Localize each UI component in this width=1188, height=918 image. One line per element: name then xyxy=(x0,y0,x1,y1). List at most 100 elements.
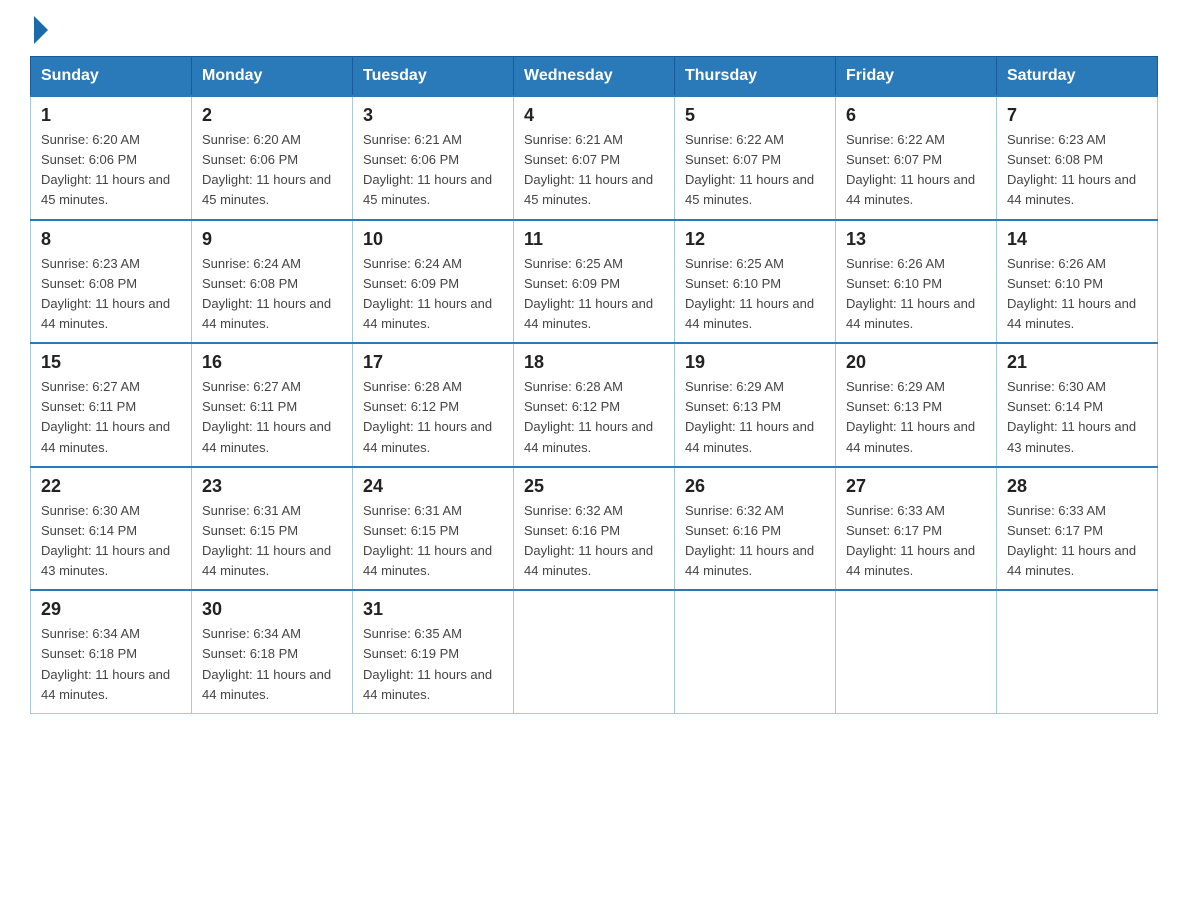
calendar-cell: 4 Sunrise: 6:21 AM Sunset: 6:07 PM Dayli… xyxy=(514,96,675,220)
calendar-cell xyxy=(675,590,836,713)
calendar-cell: 1 Sunrise: 6:20 AM Sunset: 6:06 PM Dayli… xyxy=(31,96,192,220)
day-number: 26 xyxy=(685,476,825,497)
week-row-3: 15 Sunrise: 6:27 AM Sunset: 6:11 PM Dayl… xyxy=(31,343,1158,467)
day-number: 16 xyxy=(202,352,342,373)
calendar-cell: 10 Sunrise: 6:24 AM Sunset: 6:09 PM Dayl… xyxy=(353,220,514,344)
day-number: 8 xyxy=(41,229,181,250)
day-number: 15 xyxy=(41,352,181,373)
calendar-cell: 23 Sunrise: 6:31 AM Sunset: 6:15 PM Dayl… xyxy=(192,467,353,591)
sun-info: Sunrise: 6:24 AM Sunset: 6:08 PM Dayligh… xyxy=(202,254,342,335)
sun-info: Sunrise: 6:24 AM Sunset: 6:09 PM Dayligh… xyxy=(363,254,503,335)
calendar-cell: 11 Sunrise: 6:25 AM Sunset: 6:09 PM Dayl… xyxy=(514,220,675,344)
week-row-4: 22 Sunrise: 6:30 AM Sunset: 6:14 PM Dayl… xyxy=(31,467,1158,591)
sun-info: Sunrise: 6:27 AM Sunset: 6:11 PM Dayligh… xyxy=(202,377,342,458)
sun-info: Sunrise: 6:28 AM Sunset: 6:12 PM Dayligh… xyxy=(524,377,664,458)
day-number: 29 xyxy=(41,599,181,620)
sun-info: Sunrise: 6:21 AM Sunset: 6:06 PM Dayligh… xyxy=(363,130,503,211)
logo-arrow-icon xyxy=(34,16,48,44)
weekday-header-wednesday: Wednesday xyxy=(514,57,675,97)
week-row-1: 1 Sunrise: 6:20 AM Sunset: 6:06 PM Dayli… xyxy=(31,96,1158,220)
calendar-cell: 17 Sunrise: 6:28 AM Sunset: 6:12 PM Dayl… xyxy=(353,343,514,467)
day-number: 4 xyxy=(524,105,664,126)
calendar-cell: 18 Sunrise: 6:28 AM Sunset: 6:12 PM Dayl… xyxy=(514,343,675,467)
calendar-cell: 25 Sunrise: 6:32 AM Sunset: 6:16 PM Dayl… xyxy=(514,467,675,591)
calendar-cell: 7 Sunrise: 6:23 AM Sunset: 6:08 PM Dayli… xyxy=(997,96,1158,220)
sun-info: Sunrise: 6:27 AM Sunset: 6:11 PM Dayligh… xyxy=(41,377,181,458)
sun-info: Sunrise: 6:26 AM Sunset: 6:10 PM Dayligh… xyxy=(846,254,986,335)
day-number: 28 xyxy=(1007,476,1147,497)
day-number: 9 xyxy=(202,229,342,250)
day-number: 13 xyxy=(846,229,986,250)
calendar-table: SundayMondayTuesdayWednesdayThursdayFrid… xyxy=(30,56,1158,714)
calendar-cell xyxy=(836,590,997,713)
day-number: 24 xyxy=(363,476,503,497)
calendar-cell: 31 Sunrise: 6:35 AM Sunset: 6:19 PM Dayl… xyxy=(353,590,514,713)
sun-info: Sunrise: 6:29 AM Sunset: 6:13 PM Dayligh… xyxy=(846,377,986,458)
day-number: 12 xyxy=(685,229,825,250)
day-number: 5 xyxy=(685,105,825,126)
logo xyxy=(30,20,48,40)
day-number: 2 xyxy=(202,105,342,126)
day-number: 23 xyxy=(202,476,342,497)
calendar-cell xyxy=(997,590,1158,713)
calendar-cell: 14 Sunrise: 6:26 AM Sunset: 6:10 PM Dayl… xyxy=(997,220,1158,344)
sun-info: Sunrise: 6:22 AM Sunset: 6:07 PM Dayligh… xyxy=(685,130,825,211)
sun-info: Sunrise: 6:31 AM Sunset: 6:15 PM Dayligh… xyxy=(202,501,342,582)
day-number: 18 xyxy=(524,352,664,373)
day-number: 1 xyxy=(41,105,181,126)
calendar-cell: 29 Sunrise: 6:34 AM Sunset: 6:18 PM Dayl… xyxy=(31,590,192,713)
sun-info: Sunrise: 6:20 AM Sunset: 6:06 PM Dayligh… xyxy=(41,130,181,211)
calendar-cell: 8 Sunrise: 6:23 AM Sunset: 6:08 PM Dayli… xyxy=(31,220,192,344)
day-number: 30 xyxy=(202,599,342,620)
sun-info: Sunrise: 6:20 AM Sunset: 6:06 PM Dayligh… xyxy=(202,130,342,211)
calendar-cell: 28 Sunrise: 6:33 AM Sunset: 6:17 PM Dayl… xyxy=(997,467,1158,591)
calendar-cell: 3 Sunrise: 6:21 AM Sunset: 6:06 PM Dayli… xyxy=(353,96,514,220)
sun-info: Sunrise: 6:29 AM Sunset: 6:13 PM Dayligh… xyxy=(685,377,825,458)
sun-info: Sunrise: 6:33 AM Sunset: 6:17 PM Dayligh… xyxy=(846,501,986,582)
calendar-cell: 19 Sunrise: 6:29 AM Sunset: 6:13 PM Dayl… xyxy=(675,343,836,467)
weekday-header-saturday: Saturday xyxy=(997,57,1158,97)
calendar-cell xyxy=(514,590,675,713)
sun-info: Sunrise: 6:26 AM Sunset: 6:10 PM Dayligh… xyxy=(1007,254,1147,335)
day-number: 10 xyxy=(363,229,503,250)
day-number: 20 xyxy=(846,352,986,373)
calendar-cell: 9 Sunrise: 6:24 AM Sunset: 6:08 PM Dayli… xyxy=(192,220,353,344)
sun-info: Sunrise: 6:28 AM Sunset: 6:12 PM Dayligh… xyxy=(363,377,503,458)
sun-info: Sunrise: 6:35 AM Sunset: 6:19 PM Dayligh… xyxy=(363,624,503,705)
day-number: 7 xyxy=(1007,105,1147,126)
weekday-header-tuesday: Tuesday xyxy=(353,57,514,97)
day-number: 17 xyxy=(363,352,503,373)
sun-info: Sunrise: 6:23 AM Sunset: 6:08 PM Dayligh… xyxy=(41,254,181,335)
day-number: 11 xyxy=(524,229,664,250)
day-number: 19 xyxy=(685,352,825,373)
sun-info: Sunrise: 6:25 AM Sunset: 6:09 PM Dayligh… xyxy=(524,254,664,335)
sun-info: Sunrise: 6:21 AM Sunset: 6:07 PM Dayligh… xyxy=(524,130,664,211)
sun-info: Sunrise: 6:23 AM Sunset: 6:08 PM Dayligh… xyxy=(1007,130,1147,211)
week-row-5: 29 Sunrise: 6:34 AM Sunset: 6:18 PM Dayl… xyxy=(31,590,1158,713)
sun-info: Sunrise: 6:30 AM Sunset: 6:14 PM Dayligh… xyxy=(1007,377,1147,458)
sun-info: Sunrise: 6:25 AM Sunset: 6:10 PM Dayligh… xyxy=(685,254,825,335)
sun-info: Sunrise: 6:33 AM Sunset: 6:17 PM Dayligh… xyxy=(1007,501,1147,582)
sun-info: Sunrise: 6:22 AM Sunset: 6:07 PM Dayligh… xyxy=(846,130,986,211)
sun-info: Sunrise: 6:32 AM Sunset: 6:16 PM Dayligh… xyxy=(524,501,664,582)
sun-info: Sunrise: 6:34 AM Sunset: 6:18 PM Dayligh… xyxy=(41,624,181,705)
calendar-cell: 20 Sunrise: 6:29 AM Sunset: 6:13 PM Dayl… xyxy=(836,343,997,467)
weekday-header-monday: Monday xyxy=(192,57,353,97)
day-number: 14 xyxy=(1007,229,1147,250)
calendar-cell: 16 Sunrise: 6:27 AM Sunset: 6:11 PM Dayl… xyxy=(192,343,353,467)
calendar-cell: 15 Sunrise: 6:27 AM Sunset: 6:11 PM Dayl… xyxy=(31,343,192,467)
day-number: 21 xyxy=(1007,352,1147,373)
calendar-cell: 22 Sunrise: 6:30 AM Sunset: 6:14 PM Dayl… xyxy=(31,467,192,591)
weekday-header-friday: Friday xyxy=(836,57,997,97)
calendar-cell: 30 Sunrise: 6:34 AM Sunset: 6:18 PM Dayl… xyxy=(192,590,353,713)
calendar-cell: 12 Sunrise: 6:25 AM Sunset: 6:10 PM Dayl… xyxy=(675,220,836,344)
page-header xyxy=(30,20,1158,40)
calendar-cell: 13 Sunrise: 6:26 AM Sunset: 6:10 PM Dayl… xyxy=(836,220,997,344)
calendar-cell: 6 Sunrise: 6:22 AM Sunset: 6:07 PM Dayli… xyxy=(836,96,997,220)
calendar-cell: 26 Sunrise: 6:32 AM Sunset: 6:16 PM Dayl… xyxy=(675,467,836,591)
day-number: 27 xyxy=(846,476,986,497)
weekday-header-row: SundayMondayTuesdayWednesdayThursdayFrid… xyxy=(31,57,1158,97)
day-number: 3 xyxy=(363,105,503,126)
calendar-cell: 24 Sunrise: 6:31 AM Sunset: 6:15 PM Dayl… xyxy=(353,467,514,591)
sun-info: Sunrise: 6:30 AM Sunset: 6:14 PM Dayligh… xyxy=(41,501,181,582)
